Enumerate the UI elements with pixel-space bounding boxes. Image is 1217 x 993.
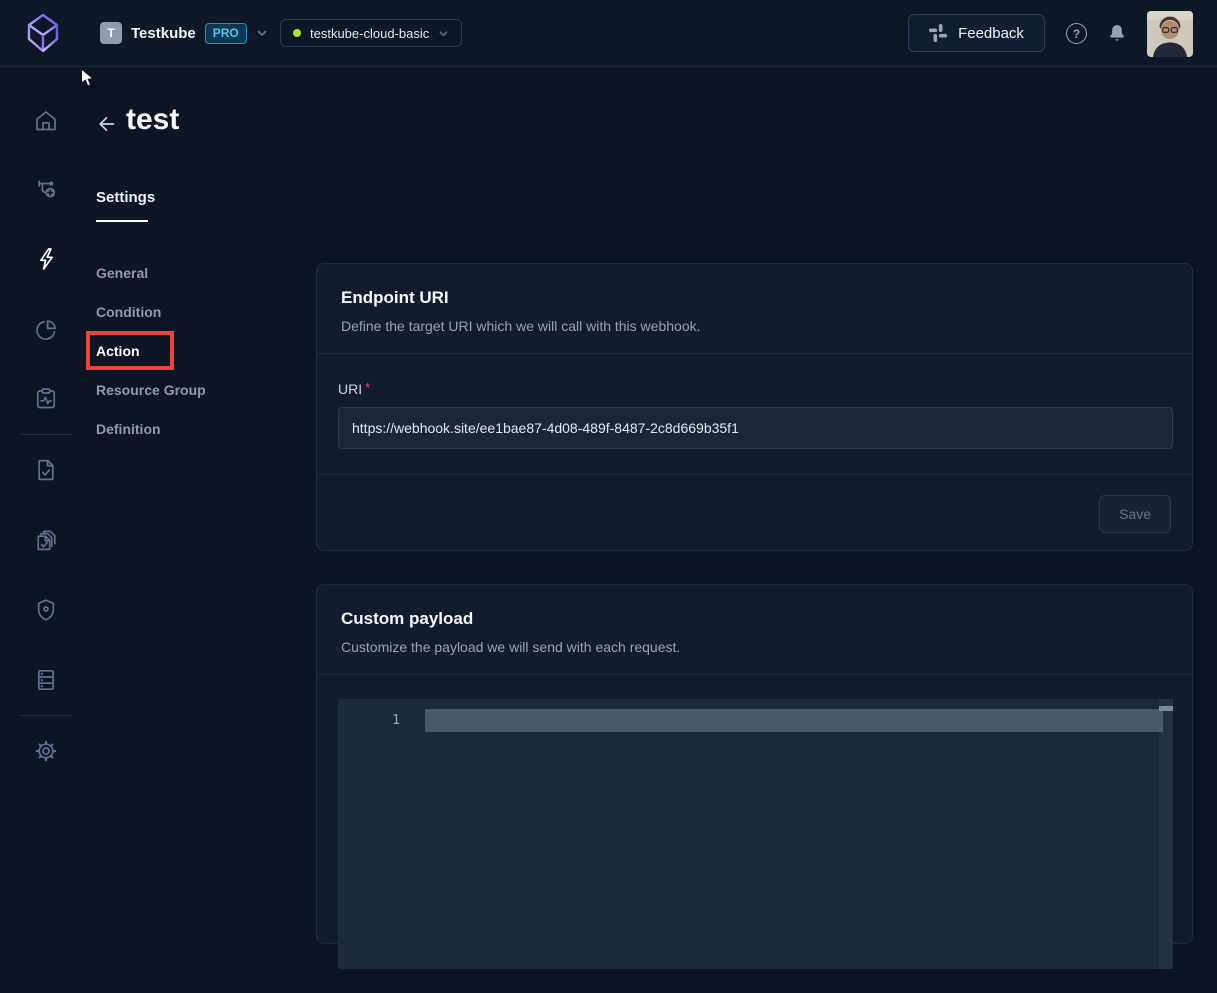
slack-icon (929, 24, 947, 42)
server-icon[interactable] (33, 667, 59, 693)
editor-line-number: 1 (338, 709, 400, 732)
shield-gear-icon[interactable] (33, 597, 59, 623)
back-button[interactable] (96, 113, 118, 135)
help-glyph: ? (1073, 27, 1080, 41)
home-icon[interactable] (33, 108, 59, 134)
editor-scrollbar[interactable] (1159, 699, 1173, 969)
editor-current-line-highlight (425, 709, 1163, 732)
env-name: testkube-cloud-basic (310, 26, 429, 41)
environment-selector[interactable]: testkube-cloud-basic (280, 19, 462, 47)
save-button[interactable]: Save (1099, 495, 1171, 533)
payload-code-editor[interactable]: 1 (338, 699, 1173, 969)
chevron-down-icon (438, 28, 449, 39)
pie-chart-icon[interactable] (33, 317, 59, 343)
testkube-logo-icon[interactable] (24, 12, 62, 54)
user-avatar[interactable] (1147, 11, 1193, 57)
top-bar: T Testkube PRO testkube-cloud-basic Feed… (0, 0, 1217, 67)
org-name: Testkube (131, 25, 196, 42)
sidebar-divider (20, 434, 72, 435)
feedback-button[interactable]: Feedback (908, 14, 1045, 52)
uri-input[interactable] (338, 407, 1173, 449)
subnav-item-action[interactable]: Action (96, 331, 286, 370)
subnav-item-resource-group[interactable]: Resource Group (96, 370, 286, 409)
settings-subnav: General Condition Action Resource Group … (96, 253, 286, 448)
endpoint-card-body: URI* (317, 354, 1192, 474)
documents-check-icon[interactable] (33, 527, 59, 553)
subnav-item-definition[interactable]: Definition (96, 409, 286, 448)
endpoint-card-title: Endpoint URI (341, 288, 1168, 308)
arrow-left-icon (96, 113, 118, 135)
uri-field-label: URI (338, 381, 362, 397)
custom-payload-card: Custom payload Customize the payload we … (316, 584, 1193, 944)
clipboard-pulse-icon[interactable] (33, 386, 59, 412)
workflow-add-icon[interactable] (33, 176, 59, 202)
env-status-dot-icon (293, 29, 301, 37)
payload-card-description: Customize the payload we will send with … (341, 639, 1168, 655)
endpoint-card-header: Endpoint URI Define the target URI which… (317, 264, 1192, 353)
payload-card-title: Custom payload (341, 609, 1168, 629)
endpoint-card-footer: Save (317, 475, 1192, 552)
subnav-item-general[interactable]: General (96, 253, 286, 292)
feedback-label: Feedback (958, 25, 1024, 42)
sidebar (0, 67, 91, 782)
gear-icon[interactable] (33, 738, 59, 764)
subnav-item-condition[interactable]: Condition (96, 292, 286, 331)
help-icon[interactable]: ? (1066, 23, 1087, 44)
tab-settings[interactable]: Settings (96, 189, 155, 206)
page-title: test (126, 103, 179, 137)
org-avatar: T (100, 22, 122, 44)
org-switcher[interactable]: T Testkube PRO (100, 12, 268, 54)
pro-badge: PRO (205, 23, 247, 44)
payload-card-header: Custom payload Customize the payload we … (317, 585, 1192, 674)
required-asterisk: * (365, 380, 370, 395)
editor-scrollbar-thumb[interactable] (1159, 706, 1173, 711)
tab-active-underline (96, 220, 148, 222)
endpoint-card-description: Define the target URI which we will call… (341, 318, 1168, 334)
payload-card-body: 1 (317, 675, 1192, 993)
chevron-down-icon (256, 27, 268, 39)
notification-bell-icon[interactable] (1107, 22, 1127, 44)
document-check-icon[interactable] (33, 457, 59, 483)
lightning-icon[interactable] (33, 246, 59, 272)
endpoint-uri-card: Endpoint URI Define the target URI which… (316, 263, 1193, 551)
sidebar-divider (20, 715, 72, 716)
